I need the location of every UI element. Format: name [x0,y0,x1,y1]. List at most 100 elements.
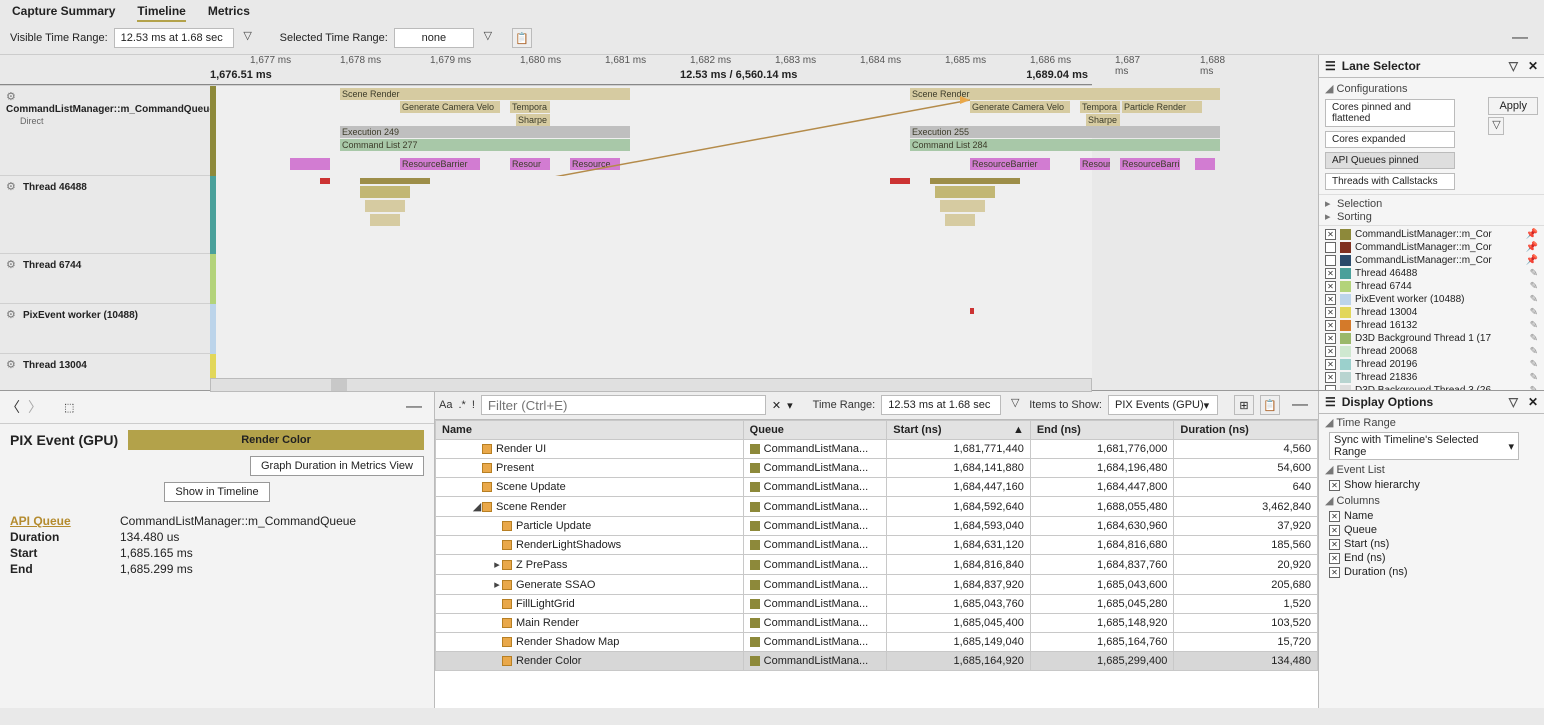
timeline-event[interactable]: Scene Render [340,88,630,100]
timeline-event[interactable]: Sharpe [516,114,550,126]
lane-item[interactable]: CommandListManager::m_Cor 📌 [1323,241,1540,254]
table-row[interactable]: Particle Update CommandListMana... 1,684… [436,517,1318,536]
table-row[interactable]: ◢Scene Render CommandListMana... 1,684,5… [436,497,1318,517]
lane-item[interactable]: Thread 20068 ✎ [1323,345,1540,358]
sorting-header[interactable]: ▸Sorting [1325,210,1538,223]
close-icon[interactable]: ✕ [1528,395,1538,409]
timeline-event[interactable] [1195,158,1215,170]
sync-range-select[interactable]: Sync with Timeline's Selected Range▾ [1329,432,1519,460]
timeline-event[interactable] [365,200,405,212]
grid-copy-button[interactable]: 📋 [1260,395,1280,415]
lane-item[interactable]: D3D Background Thread 3 (26 ✎ [1323,384,1540,390]
table-row[interactable]: RenderLightShadows CommandListMana... 1,… [436,536,1318,555]
regex-toggle[interactable]: .* [458,399,465,411]
timeline-event[interactable] [940,200,985,212]
timeline-event[interactable]: ResourceBarrier [970,158,1050,170]
lane-checkbox[interactable] [1325,320,1336,331]
lane-item[interactable]: PixEvent worker (10488) ✎ [1323,293,1540,306]
lane-checkbox[interactable] [1325,372,1336,383]
edit-icon[interactable]: ✎ [1530,294,1538,305]
close-icon[interactable]: ✕ [1528,59,1538,73]
time-range-section[interactable]: Time Range [1319,414,1544,431]
collapse-grid-button[interactable]: — [1286,396,1314,414]
edit-icon[interactable]: ✎ [1530,320,1538,331]
timeline-event[interactable] [970,308,974,314]
selection-header[interactable]: ▸Selection [1325,197,1538,210]
tab-timeline[interactable]: Timeline [137,4,185,22]
column-checkbox[interactable] [1329,567,1340,578]
api-queue-link[interactable]: API Queue [10,514,120,528]
timeline-event[interactable] [370,214,400,226]
lane-checkbox[interactable] [1325,359,1336,370]
lane-checkbox[interactable] [1325,242,1336,253]
timeline-event[interactable]: Generate Camera Velo [970,101,1070,113]
edit-icon[interactable]: ✎ [1530,333,1538,344]
lane-item[interactable]: Thread 13004 ✎ [1323,306,1540,319]
col-end[interactable]: End (ns) [1030,421,1174,440]
lane-checkbox[interactable] [1325,294,1336,305]
match-case-toggle[interactable]: Aa [439,399,452,411]
timeline-event[interactable] [945,214,975,226]
scrollbar-thumb[interactable] [331,379,347,391]
edit-icon[interactable]: ✎ [1530,281,1538,292]
grid-time-range-dropdown-icon[interactable]: ▽ [1007,396,1023,414]
visible-range-value[interactable]: 12.53 ms at 1.68 sec [114,28,234,48]
edit-icon[interactable]: ✎ [1530,268,1538,279]
gear-icon[interactable]: ⚙ [6,359,16,371]
lane-item[interactable]: Thread 6744 ✎ [1323,280,1540,293]
column-checkbox[interactable] [1329,539,1340,550]
column-checkbox[interactable] [1329,511,1340,522]
visible-range-dropdown-icon[interactable]: ▽ [240,29,256,47]
timeline-event[interactable]: Scene Render [910,88,1220,100]
timeline-event[interactable]: Execution 249 [340,126,630,138]
pin-icon[interactable]: 📌 [1526,255,1538,266]
lane-item[interactable]: Thread 16132 ✎ [1323,319,1540,332]
table-row[interactable]: FillLightGrid CommandListMana... 1,685,0… [436,595,1318,614]
col-duration[interactable]: Duration (ns) [1174,421,1318,440]
timeline-event[interactable] [930,178,1020,184]
col-name[interactable]: Name [436,421,744,440]
timeline-event[interactable] [360,178,430,184]
config-option[interactable]: Cores pinned and flattened [1325,99,1455,127]
config-option[interactable]: Cores expanded [1325,131,1455,148]
lane-item[interactable]: D3D Background Thread 1 (17 ✎ [1323,332,1540,345]
table-row[interactable]: ▸Z PrePass CommandListMana... 1,684,816,… [436,555,1318,575]
graph-duration-button[interactable]: Graph Duration in Metrics View [250,456,424,476]
lane-checkbox[interactable] [1325,333,1336,344]
show-in-timeline-button[interactable]: Show in Timeline [164,482,269,502]
apply-button[interactable]: Apply [1488,97,1538,115]
pin-icon[interactable]: 📌 [1526,229,1538,240]
table-row[interactable]: Main Render CommandListMana... 1,685,045… [436,614,1318,633]
selected-range-dropdown-icon[interactable]: ▽ [480,29,496,47]
table-row[interactable]: ▸Generate SSAO CommandListMana... 1,684,… [436,575,1318,595]
gear-icon[interactable]: ⚙ [6,309,16,321]
lane-item[interactable]: Thread 20196 ✎ [1323,358,1540,371]
timeline-event[interactable]: Sharpe [1086,114,1120,126]
table-row[interactable]: Render Color CommandListMana... 1,685,16… [436,652,1318,671]
timeline-event[interactable] [290,158,330,170]
timeline-event[interactable]: ResourceBarri [1120,158,1180,170]
grid-time-range-value[interactable]: 12.53 ms at 1.68 sec [881,395,1001,415]
lane-checkbox[interactable] [1325,281,1336,292]
dropdown-icon[interactable]: ▽ [1505,59,1522,73]
timeline-event[interactable]: Particle Render [1122,101,1202,113]
edit-icon[interactable]: ✎ [1530,307,1538,318]
hierarchy-icon[interactable]: ⬚ [64,401,74,414]
grid-view-button[interactable]: ⊞ [1234,395,1254,415]
timeline-event[interactable]: Tempora [510,101,550,113]
column-checkbox[interactable] [1329,553,1340,564]
table-row[interactable]: Scene Update CommandListMana... 1,684,44… [436,478,1318,497]
edit-icon[interactable]: ✎ [1530,372,1538,383]
copy-button[interactable]: 📋 [512,28,532,48]
timeline-tracks[interactable]: 1,677 ms 1,678 ms 1,679 ms 1,680 ms 1,68… [0,55,1318,390]
table-row[interactable]: Render UI CommandListMana... 1,681,771,4… [436,440,1318,459]
timeline-event[interactable] [320,178,330,184]
config-option[interactable]: Threads with Callstacks [1325,173,1455,190]
timeline-event[interactable]: Execution 255 [910,126,1220,138]
timeline-event[interactable] [890,178,910,184]
col-queue[interactable]: Queue [743,421,887,440]
lane-checkbox[interactable] [1325,385,1336,390]
pin-icon[interactable]: 📌 [1526,242,1538,253]
dropdown-icon[interactable]: ▽ [1505,395,1522,409]
gear-icon[interactable]: ⚙ [6,259,16,271]
